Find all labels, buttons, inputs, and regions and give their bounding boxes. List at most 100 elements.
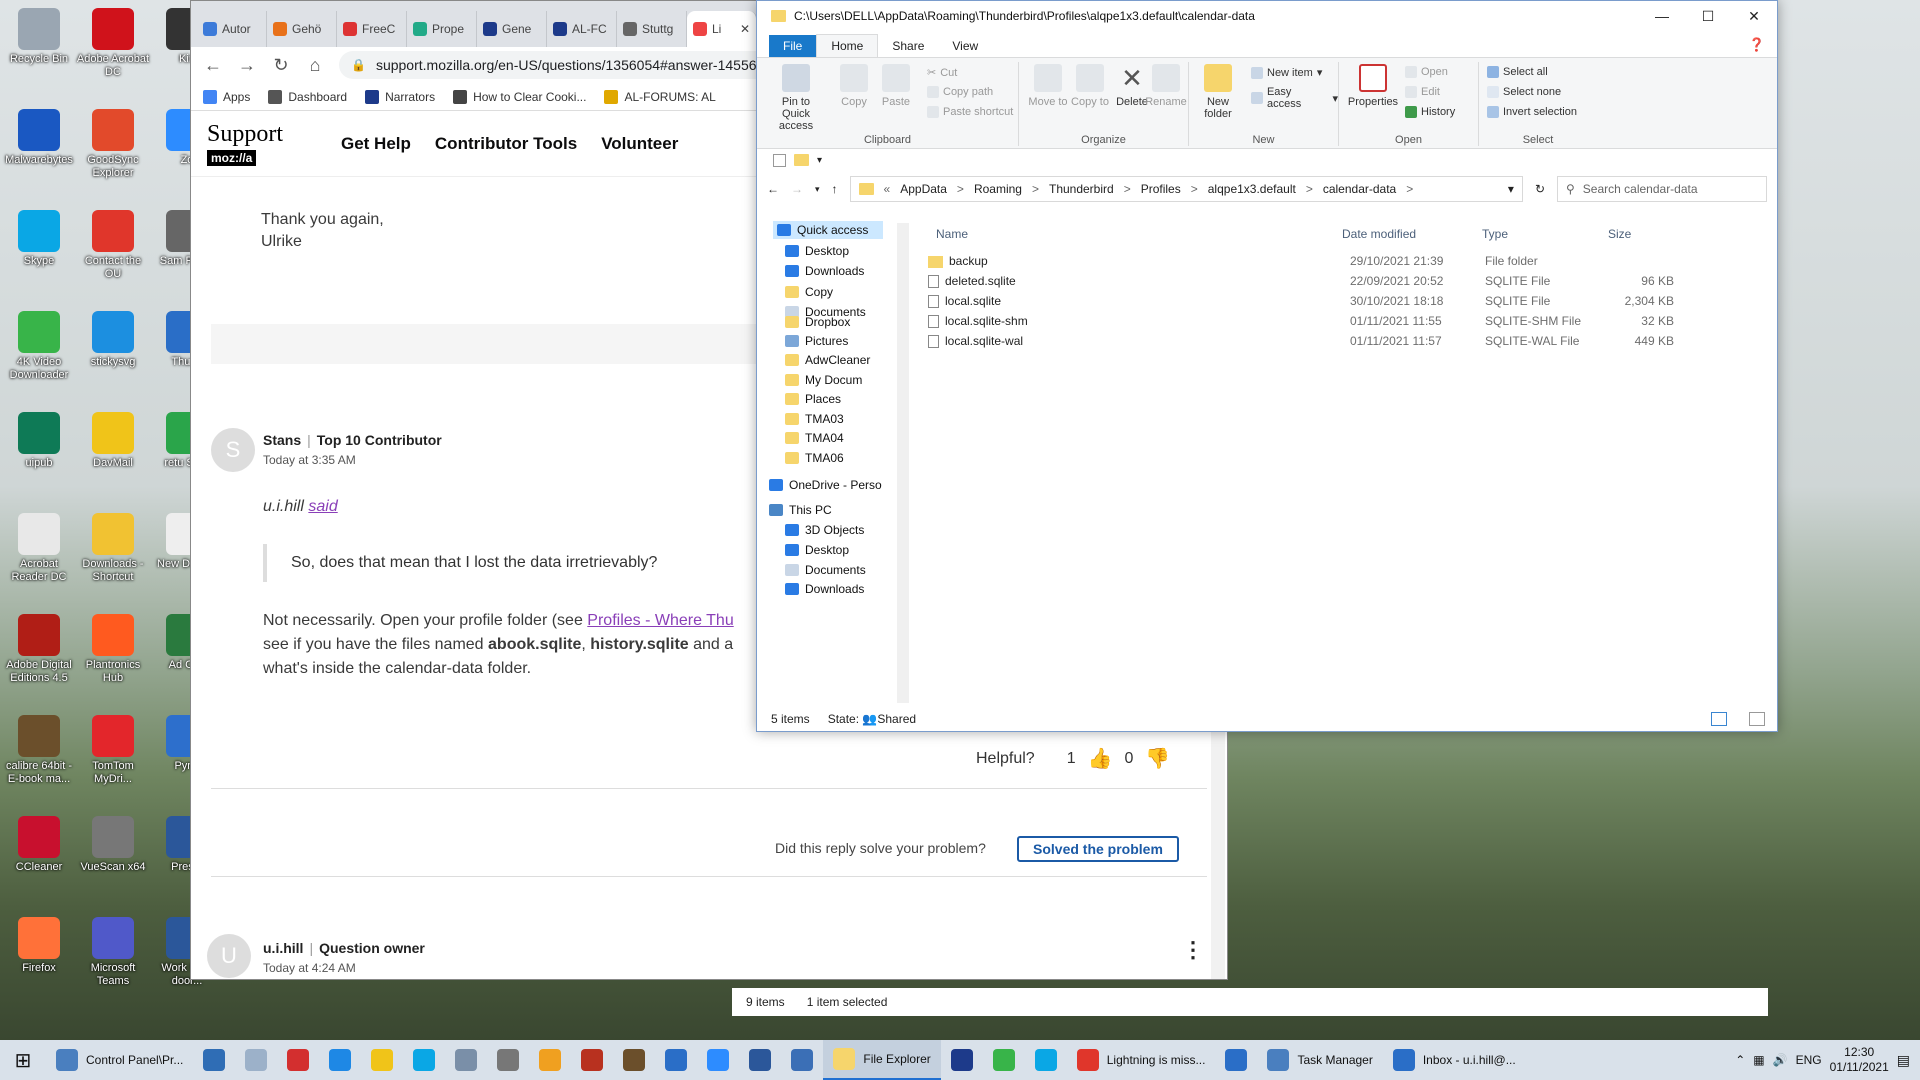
copy-path-button[interactable]: Copy path	[927, 86, 993, 98]
cut-button[interactable]: ✂ Cut	[927, 66, 957, 80]
column-header-size[interactable]: Size	[1608, 227, 1631, 241]
taskbar-app[interactable]	[403, 1040, 445, 1080]
details-view-icon[interactable]	[1711, 712, 1727, 726]
browser-tab[interactable]: Autor	[197, 11, 267, 47]
column-header-date[interactable]: Date modified	[1342, 227, 1416, 241]
start-button[interactable]: ⊞	[0, 1040, 46, 1080]
nav-item[interactable]: Copy	[785, 285, 833, 299]
nav-item[interactable]: OneDrive - Perso	[769, 478, 882, 492]
column-header-name[interactable]: Name	[936, 227, 968, 241]
taskbar-app[interactable]	[697, 1040, 739, 1080]
desktop-icon[interactable]: GoodSync Explorer	[76, 109, 150, 180]
new-item-button[interactable]: New item ▾	[1251, 66, 1322, 79]
desktop-icon[interactable]: 4K Video Downloader	[2, 311, 76, 382]
clock[interactable]: 12:30 01/11/2021	[1830, 1045, 1889, 1075]
taskbar-app[interactable]	[235, 1040, 277, 1080]
rename-button[interactable]: Rename	[1141, 64, 1191, 108]
nav-item[interactable]: Desktop	[785, 244, 849, 258]
file-row[interactable]: deleted.sqlite 22/09/2021 20:52 SQLITE Fil…	[922, 271, 1674, 291]
minimize-button[interactable]: —	[1639, 8, 1685, 24]
tray-grid-icon[interactable]: ▦	[1753, 1053, 1764, 1067]
taskbar-app[interactable]	[193, 1040, 235, 1080]
edit-button[interactable]: Edit	[1405, 86, 1440, 98]
taskbar-app[interactable]	[655, 1040, 697, 1080]
back-icon[interactable]: ←	[767, 182, 779, 196]
tab-home[interactable]: Home	[816, 34, 879, 57]
help-icon[interactable]: ❓	[1737, 33, 1777, 57]
taskbar-app[interactable]	[487, 1040, 529, 1080]
up-icon[interactable]: ↑	[832, 182, 838, 196]
site-nav-item[interactable]: Volunteer	[601, 134, 678, 154]
breadcrumb-item[interactable]: alqpe1x3.default	[1208, 182, 1296, 196]
column-header-type[interactable]: Type	[1482, 227, 1508, 241]
refresh-icon[interactable]: ↻	[1535, 182, 1545, 196]
breadcrumb-item[interactable]: Thunderbird	[1049, 182, 1114, 196]
author-name[interactable]: u.i.hill	[263, 940, 303, 956]
history-button[interactable]: History	[1405, 106, 1455, 118]
desktop-icon[interactable]: TomTom MyDri...	[76, 715, 150, 786]
tab-close-icon[interactable]: ✕	[740, 22, 750, 36]
nav-item[interactable]: Quick access	[773, 221, 883, 239]
nav-item[interactable]: TMA04	[785, 431, 844, 445]
file-row[interactable]: backup 29/10/2021 21:39 File folder	[922, 251, 1542, 271]
breadcrumb-item[interactable]: Roaming	[974, 182, 1022, 196]
browser-tab[interactable]: FreeC	[337, 11, 407, 47]
nav-item[interactable]: Documents	[785, 563, 866, 577]
browser-tab[interactable]: Gene	[477, 11, 547, 47]
back-icon[interactable]: ←	[203, 55, 223, 76]
taskbar-app[interactable]: File Explorer	[823, 1040, 941, 1080]
nav-item[interactable]: TMA06	[785, 451, 844, 465]
taskbar-app[interactable]	[361, 1040, 403, 1080]
nav-item[interactable]: 3D Objects	[785, 523, 864, 537]
desktop-icon[interactable]: Firefox	[2, 917, 76, 975]
desktop-icon[interactable]: CCleaner	[2, 816, 76, 874]
new-folder-button[interactable]: New folder	[1193, 64, 1243, 120]
maximize-button[interactable]: ☐	[1685, 8, 1731, 25]
breadcrumb-dropdown-icon[interactable]: ▾	[1508, 182, 1514, 196]
profiles-link[interactable]: Profiles - Where Thu	[587, 612, 733, 629]
select-all-button[interactable]: Select all	[1487, 66, 1548, 78]
breadcrumb-item[interactable]: Profiles	[1141, 182, 1181, 196]
tab-share[interactable]: Share	[878, 35, 938, 57]
desktop-icon[interactable]: Adobe Digital Editions 4.5	[2, 614, 76, 685]
site-nav-item[interactable]: Contributor Tools	[435, 134, 577, 154]
nav-item[interactable]: Pictures	[785, 334, 848, 348]
file-row[interactable]: local.sqlite-shm 01/11/2021 11:55 SQLITE-S…	[922, 311, 1674, 331]
taskbar-app[interactable]	[613, 1040, 655, 1080]
large-icons-view-icon[interactable]	[1749, 712, 1765, 726]
pin-quick-access-button[interactable]: Pin to Quick access	[767, 64, 825, 132]
nav-item[interactable]: This PC	[769, 503, 832, 517]
taskbar-app[interactable]	[445, 1040, 487, 1080]
said-link[interactable]: said	[308, 498, 337, 515]
desktop-icon[interactable]: Malwarebytes	[2, 109, 76, 167]
select-none-button[interactable]: Select none	[1487, 86, 1561, 98]
forward-icon[interactable]: →	[791, 182, 803, 196]
nav-item[interactable]: My Docum	[785, 373, 862, 387]
tray-chevron-icon[interactable]: ⌃	[1735, 1053, 1745, 1067]
taskbar-app[interactable]: Inbox - u.i.hill@...	[1383, 1040, 1526, 1080]
paste-button[interactable]: Paste	[871, 64, 921, 108]
search-input[interactable]: ⚲ Search calendar-data	[1557, 176, 1767, 202]
breadcrumb-item[interactable]: calendar-data	[1323, 182, 1396, 196]
nav-item[interactable]: Desktop	[785, 543, 849, 557]
taskbar-app[interactable]: Lightning is miss...	[1067, 1040, 1216, 1080]
desktop-icon[interactable]: Microsoft Teams	[76, 917, 150, 988]
taskbar-app[interactable]: Control Panel\Pr...	[46, 1040, 193, 1080]
nav-item[interactable]: TMA03	[785, 412, 844, 426]
desktop-icon[interactable]: Downloads - Shortcut	[76, 513, 150, 584]
taskbar-app[interactable]	[781, 1040, 823, 1080]
invert-selection-button[interactable]: Invert selection	[1487, 106, 1577, 118]
taskbar-app[interactable]	[571, 1040, 613, 1080]
author-name[interactable]: Stans	[263, 432, 301, 448]
desktop-icon[interactable]: uipub	[2, 412, 76, 470]
owner-author[interactable]: u.i.hill | Question owner	[263, 940, 425, 956]
bookmark-item[interactable]: How to Clear Cooki...	[453, 89, 586, 104]
checkbox-icon[interactable]	[773, 153, 786, 167]
easy-access-button[interactable]: Easy access ▾	[1251, 86, 1338, 110]
taskbar-app[interactable]	[1215, 1040, 1257, 1080]
nav-item[interactable]: Dropbox	[785, 315, 850, 329]
desktop-icon[interactable]: VueScan x64	[76, 816, 150, 874]
desktop-icon[interactable]: Contact the OU	[76, 210, 150, 281]
desktop-icon[interactable]: calibre 64bit - E-book ma...	[2, 715, 76, 786]
site-nav-item[interactable]: Get Help	[341, 134, 411, 154]
